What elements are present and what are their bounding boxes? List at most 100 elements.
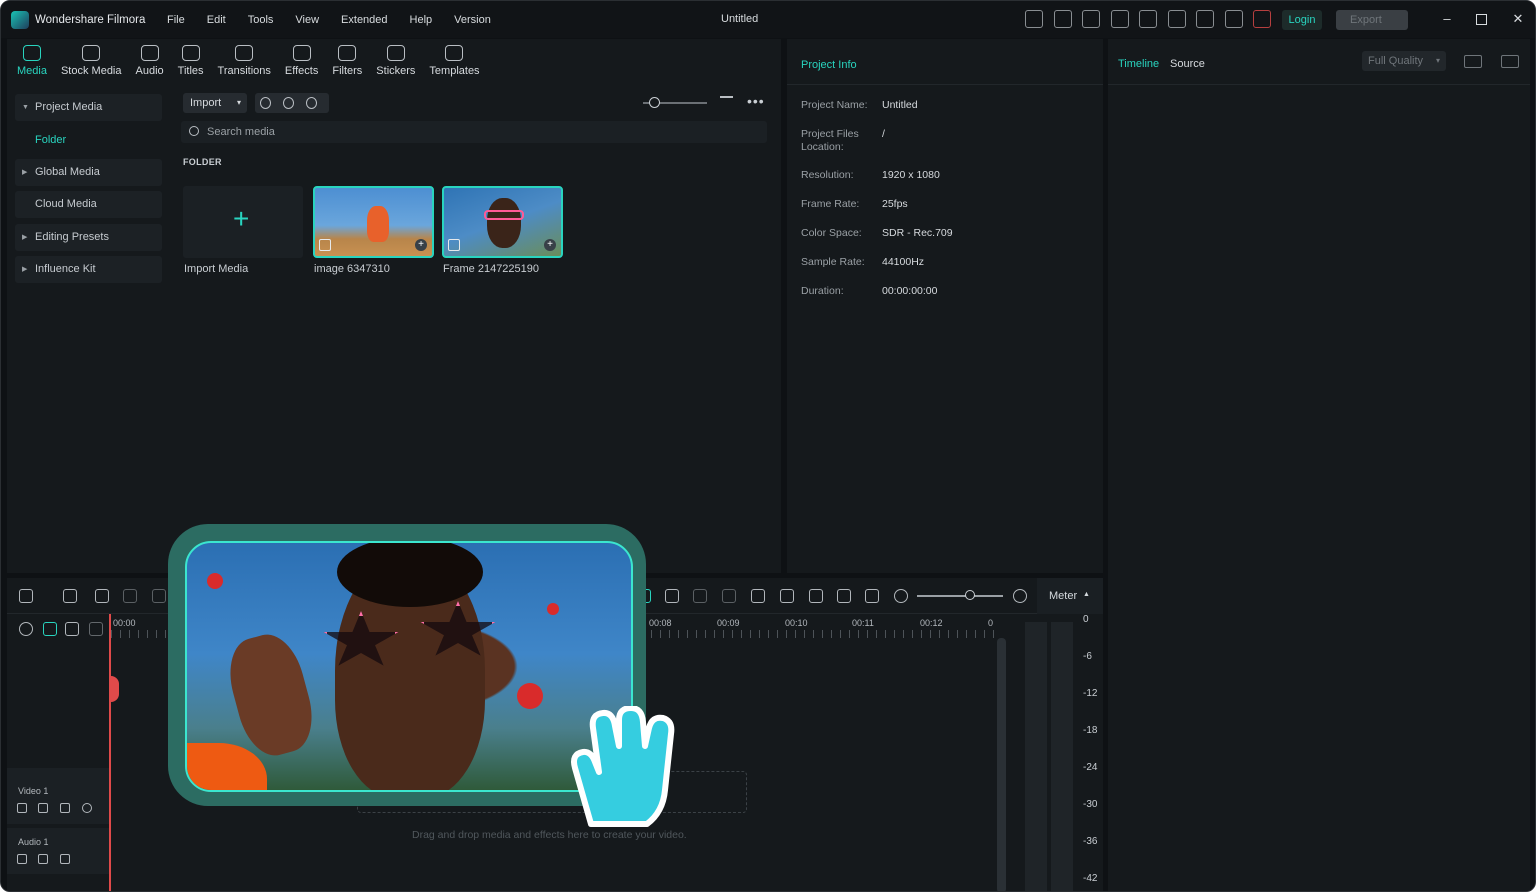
group-icon[interactable] — [65, 622, 79, 636]
more-options-icon[interactable]: ••• — [747, 93, 765, 109]
menu-version[interactable]: Version — [454, 14, 491, 26]
layout-icon[interactable] — [1110, 10, 1129, 28]
menu-file[interactable]: File — [167, 14, 185, 26]
microphone-icon[interactable] — [283, 97, 294, 109]
playhead-handle[interactable] — [109, 676, 119, 702]
cart-icon[interactable] — [1253, 10, 1271, 28]
filter-icon[interactable] — [720, 96, 733, 109]
meter-scale-label: -30 — [1083, 799, 1098, 810]
tab-media[interactable]: Media — [17, 39, 47, 85]
slider-knob[interactable] — [649, 97, 660, 108]
zoom-out-icon[interactable] — [894, 589, 908, 603]
speaker-icon[interactable] — [38, 854, 48, 864]
track-layout-icon[interactable] — [89, 622, 103, 636]
save-icon[interactable] — [1139, 10, 1157, 28]
zoom-in-icon[interactable] — [1013, 589, 1027, 603]
microphone-icon[interactable] — [780, 589, 794, 603]
tab-stock-media[interactable]: Stock Media — [61, 39, 122, 85]
filmora-logo-icon — [11, 10, 29, 29]
fit-timeline-icon[interactable] — [865, 589, 879, 603]
snapshot-icon[interactable] — [837, 589, 851, 603]
menu-view[interactable]: View — [295, 14, 319, 26]
playhead[interactable] — [109, 614, 111, 891]
gift-icon[interactable] — [1025, 10, 1043, 28]
track-name: Audio 1 — [18, 837, 49, 847]
tab-stickers[interactable]: Stickers — [376, 39, 415, 85]
close-icon[interactable]: ✕ — [1511, 12, 1525, 26]
media-thumbnail[interactable]: + — [313, 186, 434, 258]
apps-icon[interactable] — [1224, 10, 1243, 28]
ruler-label: 00:09 — [717, 618, 740, 628]
import-button[interactable]: Import ▾ — [183, 93, 247, 113]
tab-audio[interactable]: Audio — [136, 39, 164, 85]
tab-titles[interactable]: Titles — [178, 39, 204, 85]
export-button[interactable]: Export — [1336, 10, 1408, 30]
export-frame-icon[interactable] — [665, 589, 679, 603]
sidebar-item-cloud-media[interactable]: Cloud Media — [15, 191, 162, 218]
maximize-icon[interactable] — [1476, 14, 1487, 25]
backup-icon[interactable] — [1082, 10, 1100, 28]
tab-filters[interactable]: Filters — [332, 39, 362, 85]
ruler-label: 00:12 — [920, 618, 943, 628]
sidebar-item-project-media[interactable]: ▼ Project Media — [15, 94, 162, 121]
tab-transitions[interactable]: Transitions — [218, 39, 271, 85]
magic-icon[interactable] — [60, 854, 70, 864]
redo-icon[interactable] — [123, 589, 137, 603]
templates-icon — [445, 45, 464, 61]
layout-grid-icon[interactable] — [19, 589, 33, 603]
grid-view-icon[interactable] — [1464, 55, 1482, 68]
shield-icon[interactable] — [751, 589, 765, 603]
lock-icon[interactable] — [17, 854, 27, 864]
undo-icon[interactable] — [95, 589, 109, 603]
add-icon[interactable]: + — [544, 239, 556, 251]
link-icon[interactable] — [43, 622, 57, 636]
drag-preview-image[interactable] — [185, 541, 633, 792]
delete-icon[interactable] — [152, 589, 166, 603]
slider-knob[interactable] — [965, 590, 975, 600]
track-settings-icon[interactable] — [19, 622, 33, 636]
support-icon[interactable] — [1196, 10, 1214, 28]
quality-dropdown[interactable]: Full Quality ▾ — [1362, 51, 1446, 71]
sidebar-item-editing-presets[interactable]: ▶ Editing Presets — [15, 224, 162, 251]
meter-scale-label: -24 — [1083, 762, 1098, 773]
tab-effects[interactable]: Effects — [285, 39, 318, 85]
tool-tabs: Media Stock Media Audio Titles Transitio… — [7, 39, 781, 85]
record-icon[interactable] — [260, 97, 271, 109]
add-icon[interactable]: + — [415, 239, 427, 251]
timeline-zoom-slider[interactable] — [917, 595, 1003, 597]
speaker-icon[interactable] — [38, 803, 48, 813]
vertical-scrollbar[interactable] — [997, 638, 1006, 891]
login-button[interactable]: Login — [1282, 10, 1322, 30]
sidebar-item-global-media[interactable]: ▶ Global Media — [15, 159, 162, 186]
magic-icon[interactable] — [60, 803, 70, 813]
waveform-icon[interactable] — [1501, 55, 1519, 68]
menu-tools[interactable]: Tools — [248, 14, 274, 26]
image-icon[interactable] — [693, 589, 707, 603]
menu-extended[interactable]: Extended — [341, 14, 387, 26]
sidebar-item-influence-kit[interactable]: ▶ Influence Kit — [15, 256, 162, 283]
speed-icon[interactable] — [722, 589, 736, 603]
tile-label: Frame 2147225190 — [443, 263, 540, 275]
preview-panel: Timeline Source Full Quality ▾ — [1108, 39, 1530, 891]
minimize-icon[interactable]: – — [1440, 12, 1454, 26]
ai-voice-icon[interactable] — [306, 97, 317, 109]
menu-help[interactable]: Help — [410, 14, 433, 26]
media-thumbnail[interactable]: + — [442, 186, 563, 258]
tab-source[interactable]: Source — [1170, 58, 1205, 70]
select-tool-icon[interactable] — [63, 589, 77, 603]
meter-toggle[interactable]: Meter ▲ — [1037, 578, 1103, 614]
tab-timeline[interactable]: Timeline — [1118, 58, 1159, 70]
tab-templates[interactable]: Templates — [429, 39, 480, 85]
caret-right-icon: ▶ — [22, 169, 28, 176]
app-name: Wondershare Filmora — [35, 13, 146, 26]
import-media-tile[interactable]: + — [183, 186, 303, 258]
photo-flower — [207, 573, 223, 589]
sidebar-item-folder[interactable]: Folder — [15, 127, 162, 154]
cloud-icon[interactable] — [1167, 10, 1186, 28]
audio-mixer-icon[interactable] — [809, 589, 823, 603]
eye-icon[interactable] — [82, 803, 92, 813]
menu-edit[interactable]: Edit — [207, 14, 226, 26]
send-icon[interactable] — [1053, 10, 1072, 28]
lock-icon[interactable] — [17, 803, 27, 813]
search-input[interactable] — [207, 123, 747, 141]
